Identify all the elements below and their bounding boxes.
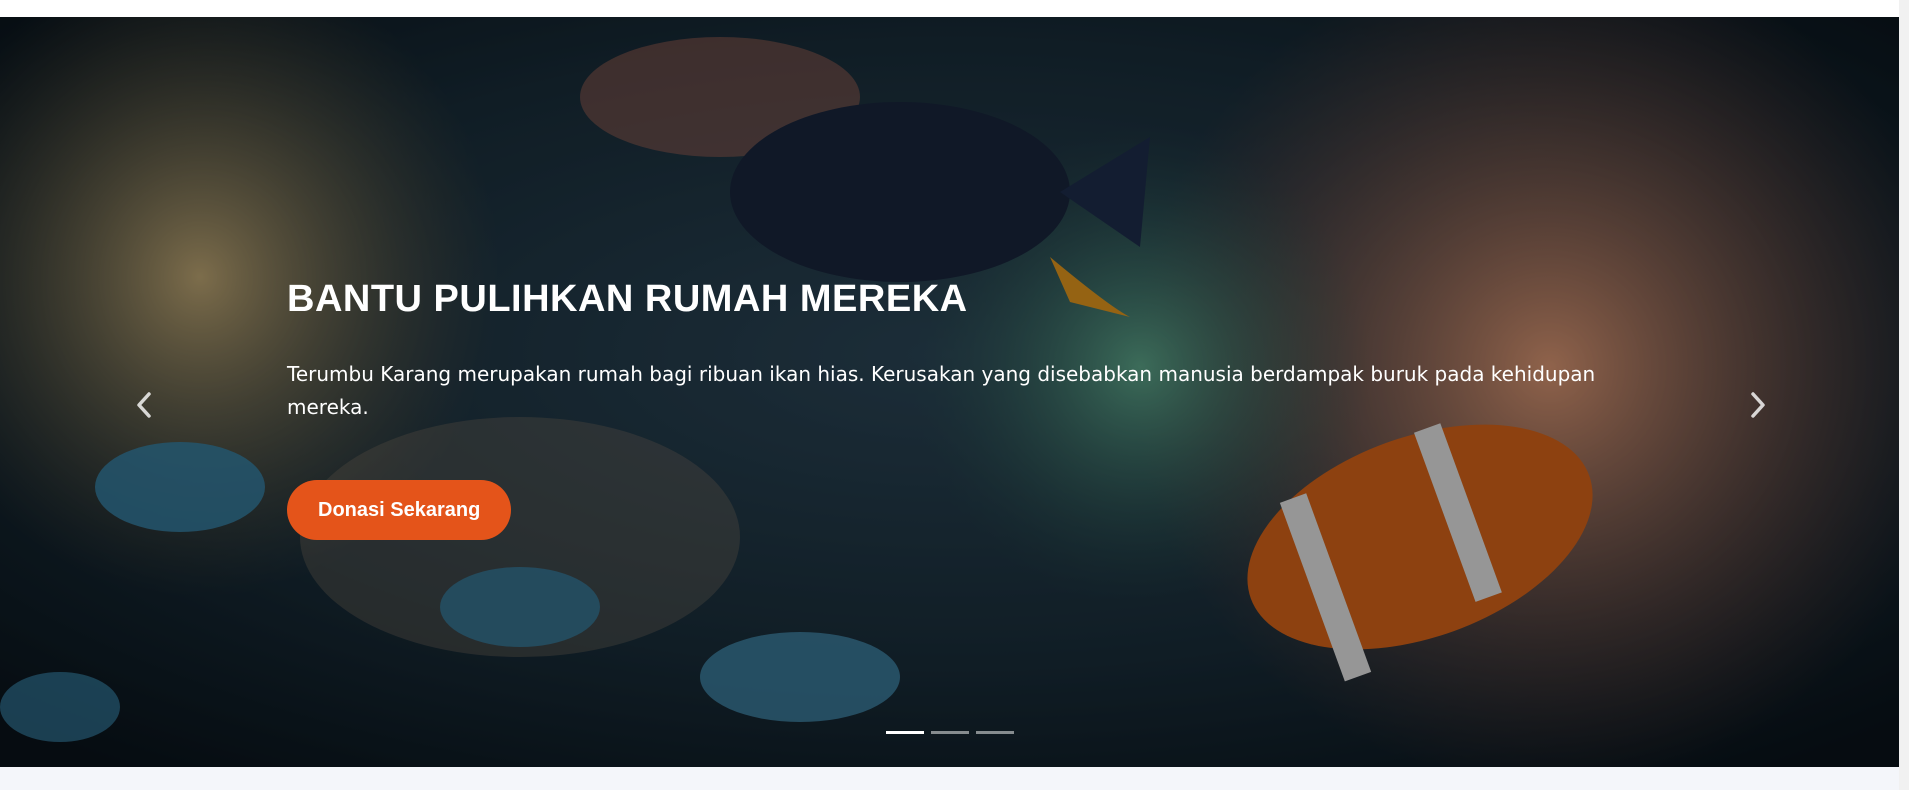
page-scrollbar[interactable] xyxy=(1899,0,1909,790)
carousel-indicator-1[interactable] xyxy=(886,731,924,734)
hero-carousel: BANTU PULIHKAN RUMAH MEREKA Terumbu Kara… xyxy=(0,17,1899,767)
carousel-indicator-2[interactable] xyxy=(931,731,969,734)
hero-caption: BANTU PULIHKAN RUMAH MEREKA Terumbu Kara… xyxy=(287,275,1597,541)
top-strip xyxy=(0,0,1909,17)
chevron-right-icon xyxy=(1748,390,1768,424)
next-section xyxy=(0,767,1899,790)
hero-description: Terumbu Karang merupakan rumah bagi ribu… xyxy=(287,362,1596,420)
carousel-indicators xyxy=(886,731,1014,734)
chevron-left-icon xyxy=(134,390,154,424)
carousel-indicator-3[interactable] xyxy=(976,731,1014,734)
hero-title: BANTU PULIHKAN RUMAH MEREKA xyxy=(287,278,968,320)
carousel-next-button[interactable] xyxy=(1733,377,1783,437)
carousel-prev-button[interactable] xyxy=(119,377,169,437)
donate-now-button[interactable]: Donasi Sekarang xyxy=(287,480,512,541)
